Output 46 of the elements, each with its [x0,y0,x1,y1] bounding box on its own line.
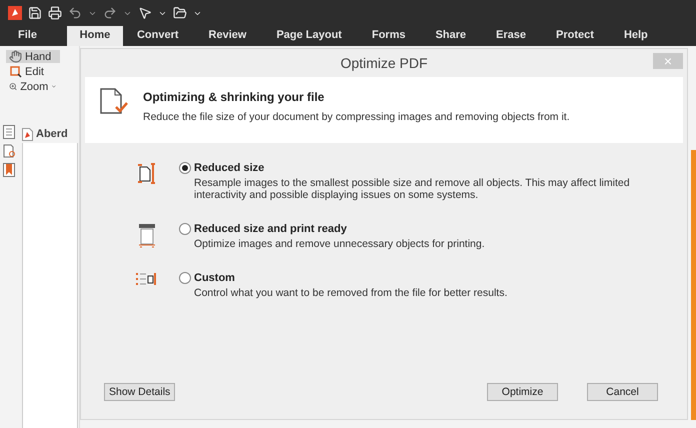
dialog-title: Optimize PDF [340,55,428,71]
option-description: Resample images to the smallest possible size and remove all objects. This may affect limited interactivity and possible displaying issues on some systems. [194,177,631,201]
tool-button[interactable]: Edit [6,65,60,78]
page-search-icon[interactable] [3,144,16,158]
option-description: Optimize images and remove unnecessary objects for printing. [194,238,486,250]
ribbon-tab[interactable]: Home [66,26,123,46]
radio-button[interactable] [179,223,191,235]
undo-icon[interactable] [68,6,82,20]
radio-button[interactable] [179,162,191,174]
header-title: Optimizing & shrinking your file [143,90,326,104]
ribbon-tab[interactable]: Convert [136,26,179,46]
radio-option[interactable]: Reduced size [179,162,664,174]
ribbon-tab[interactable]: Erase [496,26,526,46]
pdf-file-icon [22,128,33,140]
zoom-icon [9,80,18,93]
radio-button[interactable] [179,272,191,284]
edit-frame-icon [9,65,22,78]
bookmark-icon[interactable] [3,163,15,177]
show-details-button[interactable]: Show Details [104,383,176,401]
option-description: Control what you want to be removed from the file for better results. [194,287,508,299]
save-icon[interactable] [28,6,42,20]
radio-option[interactable]: Custom [179,272,664,284]
redo-icon[interactable] [103,6,117,20]
hand-icon [9,50,22,63]
cancel-button[interactable]: Cancel [587,383,658,401]
page-resize-icon [137,162,157,184]
tool-button[interactable]: Zoom [6,80,60,93]
tool-button[interactable]: Hand [6,50,60,63]
custom-options-icon [135,272,159,286]
optimize-button[interactable]: Optimize [487,383,558,401]
radio-option[interactable]: Reduced size and print ready [179,223,664,235]
ribbon-tab[interactable]: File [18,26,37,46]
ribbon-tab[interactable]: Review [208,26,246,46]
header-text: Reduce the file size of your document by compressing images and removing objects from it. [143,111,570,123]
ribbon-tab[interactable]: Help [624,26,648,46]
printer-icon [137,223,157,249]
document-check-icon [99,87,129,115]
print-icon[interactable] [48,6,62,20]
ribbon-tab[interactable]: Page Layout [276,26,342,46]
select-icon[interactable] [138,6,152,20]
ribbon-tab[interactable]: Forms [372,26,406,46]
folder-icon[interactable] [173,6,187,20]
list-icon[interactable] [3,125,15,139]
ribbon-tab[interactable]: Share [435,26,466,46]
app-logo-icon[interactable] [8,6,22,20]
ribbon-tab[interactable]: Protect [556,26,594,46]
